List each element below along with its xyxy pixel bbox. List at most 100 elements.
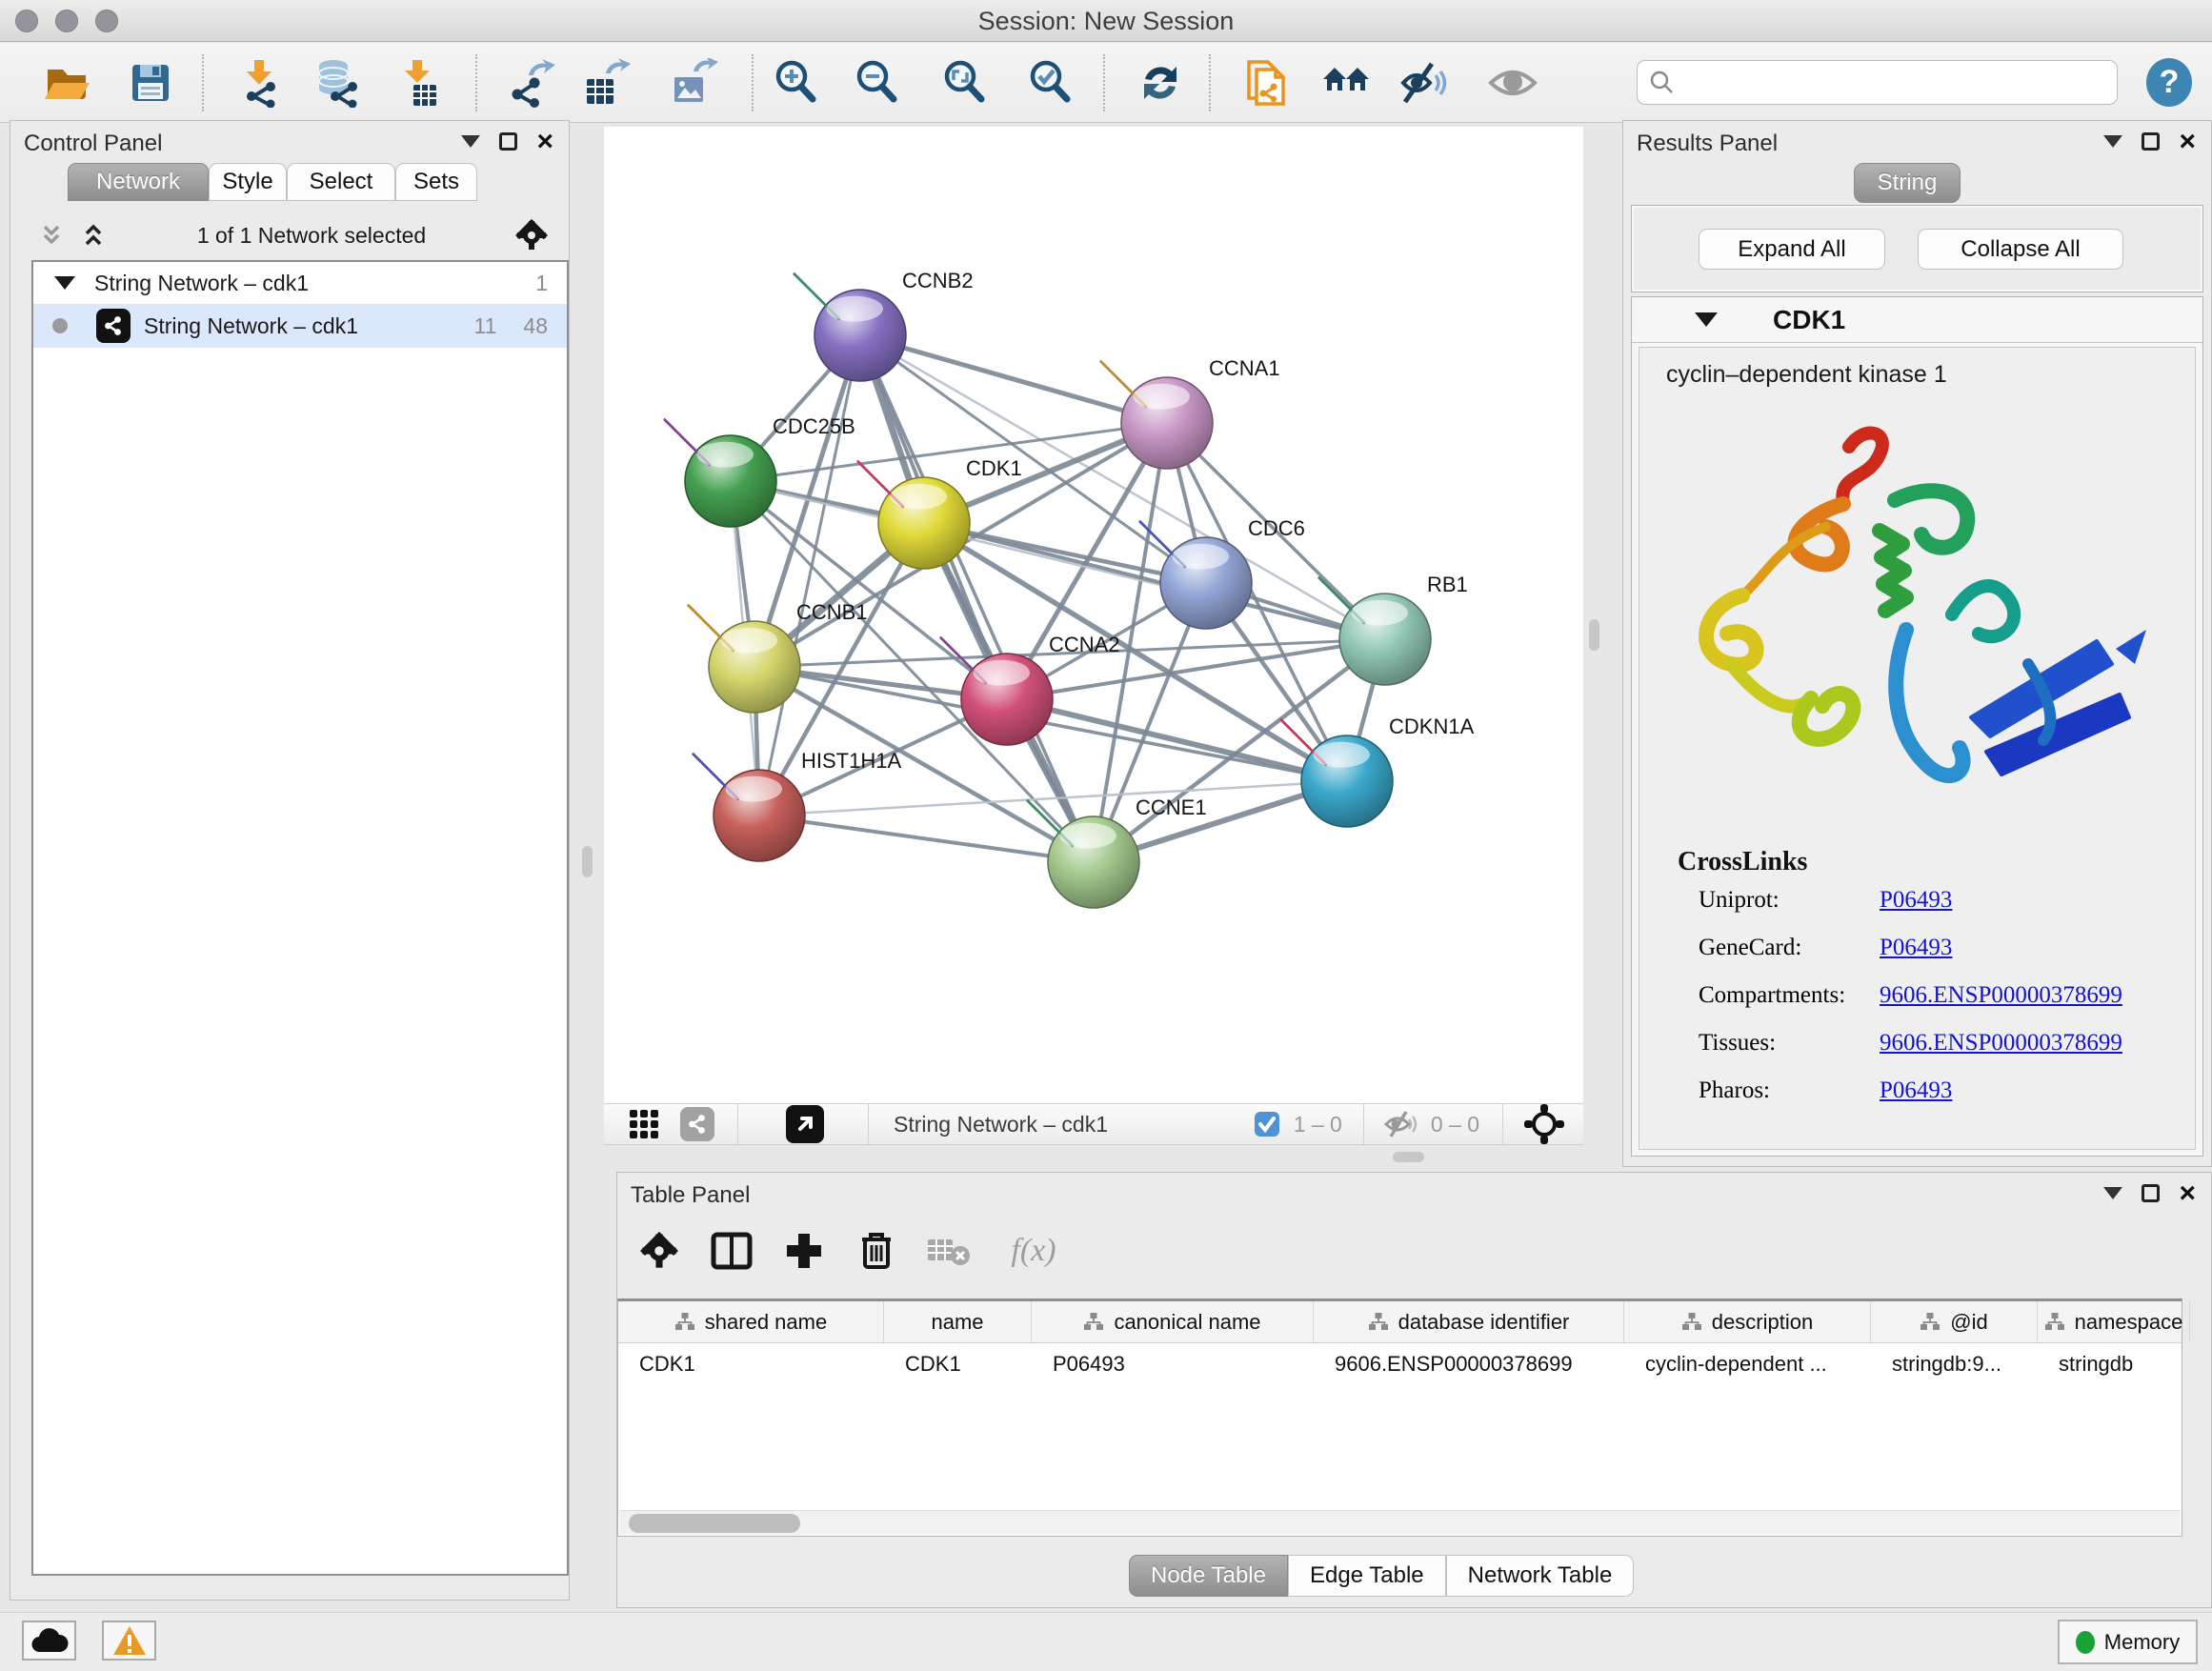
- table-cell[interactable]: P06493: [1032, 1343, 1314, 1385]
- detach-view-icon[interactable]: [786, 1105, 824, 1143]
- gene-header[interactable]: CDK1: [1632, 297, 2202, 343]
- refresh-view-icon[interactable]: [1134, 56, 1187, 110]
- minimize-window-icon[interactable]: [55, 10, 78, 32]
- table-cell[interactable]: CDK1: [884, 1343, 1032, 1385]
- table-options-gear-icon[interactable]: [634, 1224, 684, 1278]
- crosslink-value-link[interactable]: P06493: [1880, 1077, 1952, 1104]
- help-button[interactable]: ?: [2146, 58, 2192, 107]
- grid-view-icon[interactable]: [629, 1109, 659, 1139]
- column-header--id[interactable]: @id: [1871, 1301, 2038, 1342]
- column-header-shared-name[interactable]: shared name: [618, 1301, 884, 1342]
- crosslink-value-link[interactable]: 9606.ENSP00000378699: [1880, 982, 2122, 1009]
- tab-style[interactable]: Style: [209, 163, 287, 201]
- table-cell[interactable]: stringdb: [2038, 1343, 2190, 1385]
- cloud-button[interactable]: [22, 1621, 76, 1661]
- column-header-name[interactable]: name: [884, 1301, 1032, 1342]
- close-window-icon[interactable]: [15, 10, 38, 32]
- table-panel-close-icon[interactable]: ×: [2179, 1184, 2196, 1202]
- collection-expand-icon[interactable]: [54, 276, 75, 290]
- node-CCNA1[interactable]: CCNA1: [1101, 356, 1280, 469]
- control-panel-menu-icon[interactable]: [461, 135, 480, 148]
- network-row[interactable]: String Network – cdk1 11 48: [33, 304, 567, 348]
- tab-edge-table[interactable]: Edge Table: [1288, 1555, 1446, 1597]
- table-cell[interactable]: CDK1: [618, 1343, 884, 1385]
- collapse-all-button[interactable]: Collapse All: [1918, 229, 2123, 270]
- zoom-fit-content-icon[interactable]: [938, 56, 992, 110]
- column-header-namespace[interactable]: namespace: [2038, 1301, 2190, 1342]
- collapse-all-chevrons-icon[interactable]: [37, 221, 66, 250]
- column-header-description[interactable]: description: [1624, 1301, 1871, 1342]
- node-CCNE1[interactable]: CCNE1: [1028, 795, 1207, 908]
- show-eye-icon[interactable]: [1486, 56, 1539, 110]
- node-HIST1H1A[interactable]: HIST1H1A: [694, 749, 902, 861]
- edge-CCNB2-HIST1H1A[interactable]: [759, 335, 860, 815]
- export-network-icon[interactable]: [506, 56, 559, 110]
- table-cell[interactable]: cyclin-dependent ...: [1624, 1343, 1871, 1385]
- tab-select[interactable]: Select: [287, 163, 395, 201]
- network-options-gear-icon[interactable]: [515, 219, 548, 252]
- delete-table-icon[interactable]: [924, 1224, 974, 1278]
- node-RB1[interactable]: RB1: [1319, 573, 1468, 685]
- bottom-splitter-handle[interactable]: [1393, 1152, 1424, 1162]
- edge-HIST1H1A-CCNE1[interactable]: [759, 815, 1094, 862]
- node-CDK1[interactable]: CDK1: [858, 456, 1022, 569]
- network-collection-row[interactable]: String Network – cdk1 1: [33, 262, 567, 304]
- table-panel-menu-icon[interactable]: [2103, 1187, 2122, 1199]
- node-CCNB1[interactable]: CCNB1: [689, 600, 868, 713]
- crosslink-value-link[interactable]: P06493: [1880, 935, 1952, 961]
- maximize-window-icon[interactable]: [95, 10, 118, 32]
- edge-CCNB2-CCNE1[interactable]: [860, 335, 1094, 862]
- results-panel-close-icon[interactable]: ×: [2179, 132, 2196, 151]
- expand-all-chevrons-icon[interactable]: [79, 221, 108, 250]
- control-panel-close-icon[interactable]: ×: [536, 132, 553, 151]
- string-home-icon[interactable]: [1319, 56, 1373, 110]
- zoom-out-icon[interactable]: [851, 56, 904, 110]
- edge-CCNB2-CCNA1[interactable]: [860, 335, 1167, 423]
- import-table-from-file-icon[interactable]: [391, 56, 444, 110]
- gene-collapse-icon[interactable]: [1695, 312, 1718, 327]
- delete-column-trash-icon[interactable]: [852, 1224, 901, 1278]
- expand-all-button[interactable]: Expand All: [1699, 229, 1885, 270]
- tab-network-table[interactable]: Network Table: [1446, 1555, 1635, 1597]
- network-canvas[interactable]: CCNB2CCNA1CDC25BCDK1CDC6RB1CCNB1CCNA2CDK…: [604, 127, 1583, 1103]
- results-panel-float-icon[interactable]: [2142, 132, 2160, 151]
- results-panel-menu-icon[interactable]: [2103, 135, 2122, 148]
- create-column-plus-icon[interactable]: [779, 1224, 829, 1278]
- tab-network[interactable]: Network: [68, 163, 209, 201]
- node-CCNB2[interactable]: CCNB2: [794, 269, 974, 381]
- function-builder-icon[interactable]: f(x): [993, 1224, 1075, 1278]
- birds-eye-crosshair-icon[interactable]: [1524, 1104, 1564, 1144]
- table-panel-float-icon[interactable]: [2142, 1184, 2160, 1202]
- tab-string[interactable]: String: [1854, 163, 1961, 203]
- table-cell[interactable]: 9606.ENSP00000378699: [1314, 1343, 1624, 1385]
- export-table-icon[interactable]: [579, 56, 633, 110]
- column-header-canonical-name[interactable]: canonical name: [1032, 1301, 1314, 1342]
- hide-glass-eye-icon[interactable]: [1398, 56, 1451, 110]
- zoom-in-icon[interactable]: [770, 56, 823, 110]
- selected-checkbox-icon[interactable]: [1254, 1111, 1280, 1137]
- crosslink-value-link[interactable]: P06493: [1880, 887, 1952, 914]
- import-network-from-database-icon[interactable]: [311, 56, 364, 110]
- save-session-icon[interactable]: [124, 56, 177, 110]
- control-panel-float-icon[interactable]: [499, 132, 517, 151]
- open-session-icon[interactable]: [40, 56, 93, 110]
- edge-CDK1-RB1[interactable]: [924, 523, 1385, 639]
- show-columns-icon[interactable]: [707, 1224, 756, 1278]
- right-splitter-handle[interactable]: [1589, 619, 1599, 651]
- search-input[interactable]: [1685, 70, 2117, 96]
- export-image-icon[interactable]: [667, 56, 720, 110]
- clone-network-icon[interactable]: [1239, 56, 1293, 110]
- column-header-database-identifier[interactable]: database identifier: [1314, 1301, 1624, 1342]
- horizontal-scrollbar-thumb[interactable]: [629, 1514, 800, 1533]
- zoom-selected-icon[interactable]: [1024, 56, 1077, 110]
- left-splitter-handle[interactable]: [582, 846, 593, 877]
- table-row[interactable]: CDK1CDK1P064939606.ENSP00000378699cyclin…: [618, 1343, 2182, 1385]
- import-network-from-file-icon[interactable]: [232, 56, 286, 110]
- node-CDC25B[interactable]: CDC25B: [665, 414, 855, 527]
- table-cell[interactable]: stringdb:9...: [1871, 1343, 2038, 1385]
- crosslink-value-link[interactable]: 9606.ENSP00000378699: [1880, 1030, 2122, 1057]
- tab-sets[interactable]: Sets: [395, 163, 477, 201]
- warning-button[interactable]: [102, 1621, 156, 1661]
- network-share-badge-icon[interactable]: [680, 1107, 714, 1141]
- tab-node-table[interactable]: Node Table: [1129, 1555, 1288, 1597]
